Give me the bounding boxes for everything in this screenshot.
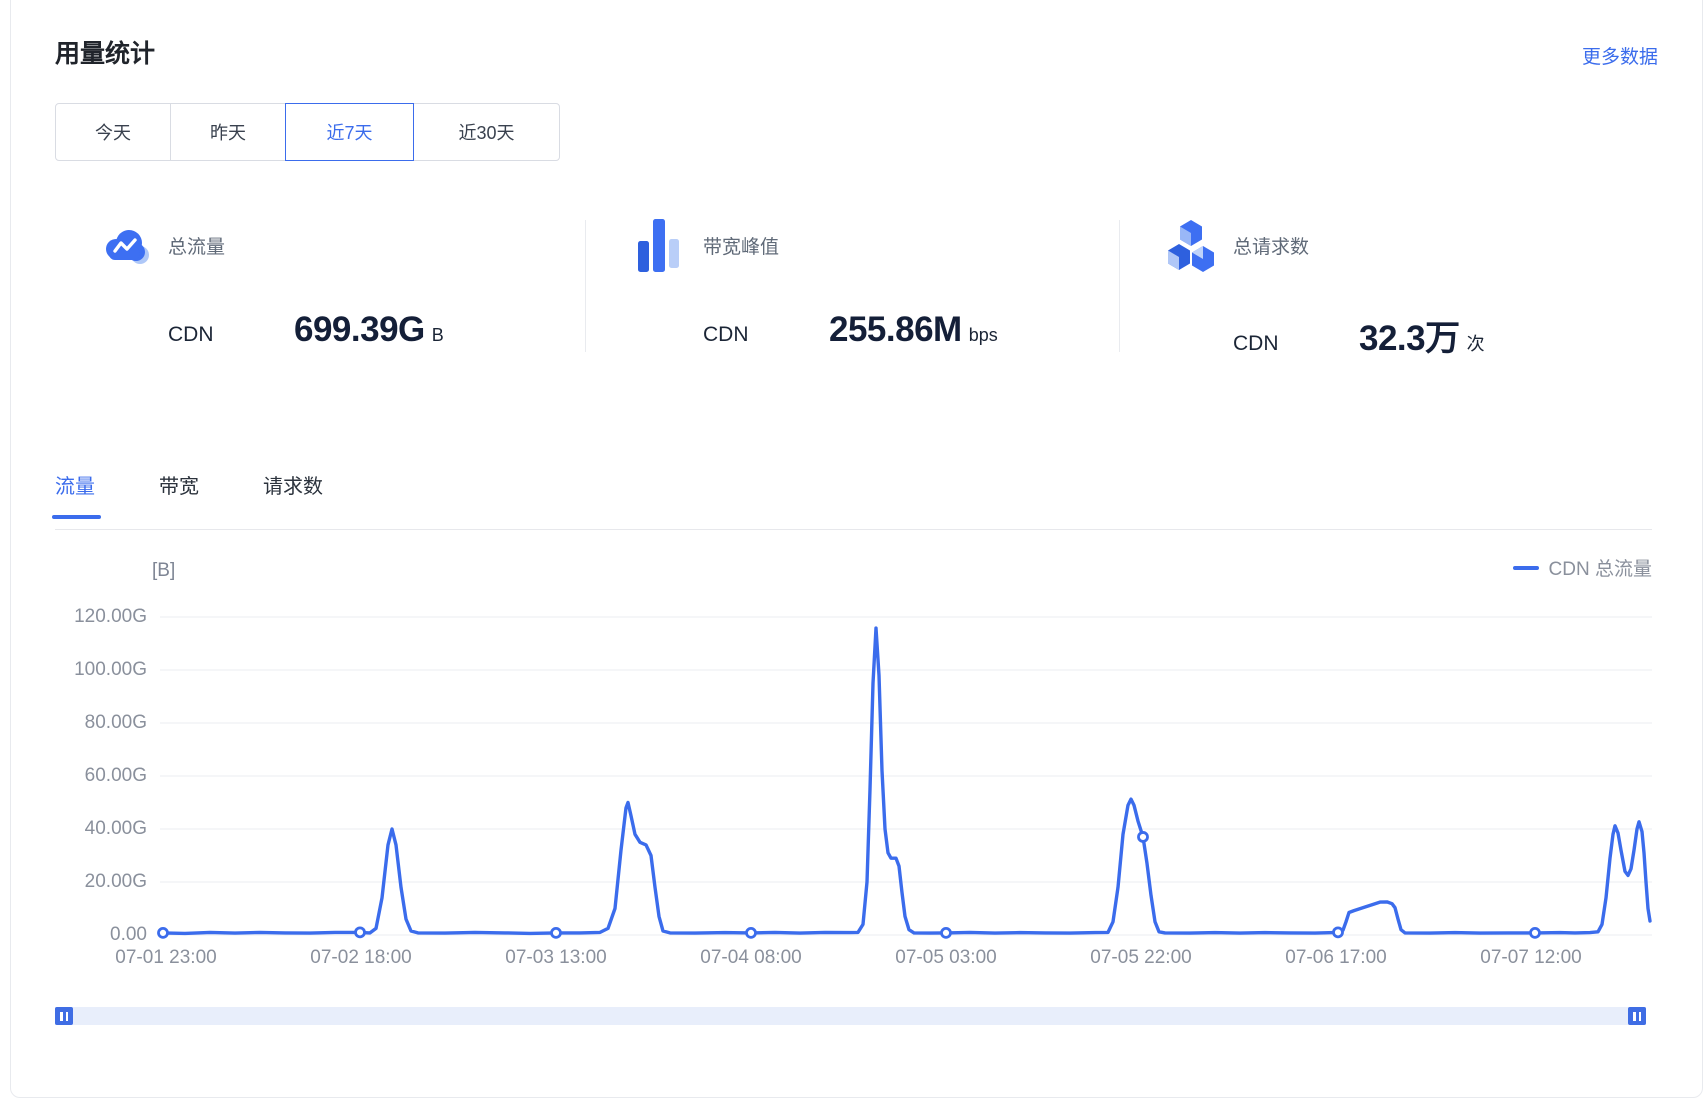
data-zoom-slider <box>55 1007 1646 1025</box>
stat-label: 总流量 <box>168 232 225 259</box>
range-tab-last7days[interactable]: 近7天 <box>285 103 414 161</box>
data-point-marker <box>356 928 365 937</box>
stat-card-peak-bandwidth: 带宽峰值 CDN 255.86M bps <box>637 218 779 272</box>
pause-bars-icon <box>1639 1012 1642 1021</box>
traffic-line-series <box>160 628 1650 933</box>
stat-unit: bps <box>969 325 998 346</box>
y-axis-label: 120.00G <box>55 605 147 629</box>
cubes-icon <box>1167 218 1215 272</box>
tabs-divider <box>55 529 1652 530</box>
range-tab-group: 今天 昨天 近7天 近30天 <box>55 103 560 161</box>
more-data-link[interactable]: 更多数据 <box>1582 42 1658 69</box>
usage-statistics-panel: 用量统计 更多数据 今天 昨天 近7天 近30天 总 <box>0 0 1706 1100</box>
stat-value: 32.3万 <box>1359 310 1460 361</box>
stat-label: 带宽峰值 <box>703 232 779 259</box>
y-axis-label: 0.00 <box>55 923 147 947</box>
metric-tab-requests[interactable]: 请求数 <box>263 470 323 504</box>
stat-value: 699.39G <box>294 310 425 350</box>
metric-tab-traffic[interactable]: 流量 <box>55 470 95 504</box>
y-axis-label: 60.00G <box>55 764 147 788</box>
cloud-line-chart-icon <box>102 218 150 272</box>
x-axis-label: 07-05 03:00 <box>895 947 996 969</box>
data-point-marker <box>159 928 168 937</box>
data-point-marker <box>747 928 756 937</box>
x-axis-label: 07-07 12:00 <box>1480 947 1581 969</box>
pause-bars-icon <box>60 1012 63 1021</box>
stat-value: 255.86M <box>829 310 962 350</box>
range-tab-yesterday[interactable]: 昨天 <box>170 103 286 161</box>
bar-chart-icon <box>637 218 685 272</box>
pause-bars-icon <box>1633 1012 1636 1021</box>
data-point-marker <box>1531 928 1540 937</box>
y-axis-label: 80.00G <box>55 711 147 735</box>
range-tab-last30days[interactable]: 近30天 <box>413 103 560 161</box>
y-axis-label: 40.00G <box>55 817 147 841</box>
slider-handle-right[interactable] <box>1628 1007 1646 1025</box>
x-axis-label: 07-05 22:00 <box>1090 947 1191 969</box>
chart-canvas[interactable] <box>160 617 1652 935</box>
traffic-line-chart[interactable]: 120.00G100.00G80.00G60.00G40.00G20.00G0.… <box>160 617 1652 935</box>
pause-bars-icon <box>66 1012 69 1021</box>
legend-label: CDN 总流量 <box>1549 554 1652 581</box>
data-point-marker <box>1334 928 1343 937</box>
metric-tab-group: 流量 带宽 请求数 <box>55 470 387 504</box>
stat-card-total-requests: 总请求数 CDN 32.3万 次 <box>1167 218 1309 272</box>
page-title: 用量统计 <box>55 34 155 70</box>
stat-card-total-traffic: 总流量 CDN 699.39G B <box>102 218 225 272</box>
chart-legend[interactable]: CDN 总流量 <box>1513 554 1652 581</box>
active-tab-underline <box>52 515 101 519</box>
x-axis-label: 07-03 13:00 <box>505 947 606 969</box>
x-axis-label: 07-06 17:00 <box>1285 947 1386 969</box>
stat-unit: B <box>432 325 444 346</box>
x-axis-label: 07-02 18:00 <box>310 947 411 969</box>
data-point-marker <box>1139 832 1148 841</box>
stat-product: CDN <box>1233 332 1359 356</box>
stat-unit: 次 <box>1467 330 1485 356</box>
y-axis-unit-label: [B] <box>152 560 175 582</box>
slider-handle-left[interactable] <box>55 1007 73 1025</box>
stat-divider <box>585 220 586 352</box>
y-axis-label: 100.00G <box>55 658 147 682</box>
x-axis-label: 07-04 08:00 <box>700 947 801 969</box>
legend-line-icon <box>1513 566 1539 570</box>
range-tab-today[interactable]: 今天 <box>55 103 171 161</box>
stat-product: CDN <box>168 323 294 347</box>
y-axis-label: 20.00G <box>55 870 147 894</box>
data-point-marker <box>552 928 561 937</box>
data-point-marker <box>942 928 951 937</box>
stat-divider <box>1119 220 1120 352</box>
x-axis-label: 07-01 23:00 <box>115 947 216 969</box>
stat-label: 总请求数 <box>1233 232 1309 259</box>
stat-product: CDN <box>703 323 829 347</box>
slider-track[interactable] <box>55 1007 1646 1025</box>
metric-tab-bandwidth[interactable]: 带宽 <box>159 470 199 504</box>
